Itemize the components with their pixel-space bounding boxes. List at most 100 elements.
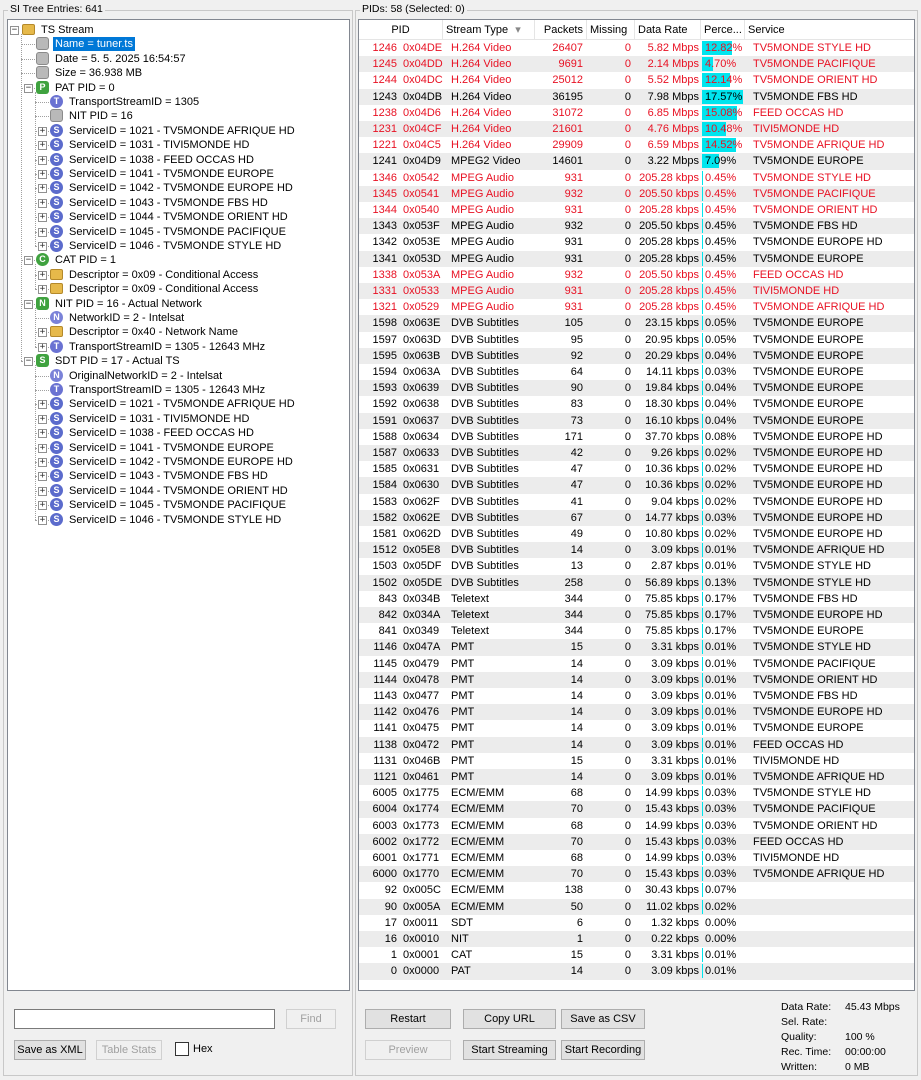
tree-node[interactable]: + S ServiceID = 1038 - FEED OCCAS HD <box>8 426 348 440</box>
table-row[interactable]: 90 0x005A ECM/EMM 50 0 11.02 kbps 0.02% <box>359 898 914 915</box>
table-row[interactable]: 1241 0x04D9 MPEG2 Video 14601 0 3.22 Mbps 7.09… <box>359 153 914 170</box>
expand-toggle-icon[interactable]: + <box>38 170 47 179</box>
expand-toggle-icon[interactable]: + <box>38 443 47 453</box>
table-row[interactable]: 1346 0x0542 MPEG Audio 931 0 205.28 kbps 0.45%… <box>359 170 914 186</box>
table-row[interactable]: 1244 0x04DC H.264 Video 25012 0 5.52 Mbps 12.1… <box>359 72 914 88</box>
table-row[interactable]: 1512 0x05E8 DVB Subtitles 14 0 3.09 kbps 0.01%… <box>359 542 914 559</box>
table-row[interactable]: 16 0x0010 NIT 1 0 0.22 kbps 0.00% <box>359 931 914 948</box>
table-row[interactable]: 6003 0x1773 ECM/EMM 68 0 14.99 kbps 0.03% TV5MO… <box>359 818 914 834</box>
table-row[interactable]: 1245 0x04DD H.264 Video 9691 0 2.14 Mbps 4.70%… <box>359 56 914 73</box>
expand-toggle-icon[interactable]: + <box>38 414 47 424</box>
table-row[interactable]: 0 0x0000 PAT 14 0 3.09 kbps 0.01% <box>359 963 914 980</box>
table-row[interactable]: 1587 0x0633 DVB Subtitles 42 0 9.26 kbps 0.02%… <box>359 445 914 462</box>
expand-toggle-icon[interactable]: + <box>38 155 47 165</box>
expand-toggle-icon[interactable]: + <box>38 342 47 352</box>
tree-node[interactable]: + S ServiceID = 1043 - TV5MONDE FBS HD <box>8 195 348 210</box>
si-tree[interactable]: − TS Stream Name = tuner.ts Date = 5. 5. 20… <box>7 19 350 991</box>
tree-node[interactable]: NIT PID = 16 <box>8 109 348 123</box>
header-pid[interactable]: PID <box>359 20 443 40</box>
table-row[interactable]: 1141 0x0475 PMT 14 0 3.09 kbps 0.01% TV5MONDE E… <box>359 720 914 736</box>
expand-toggle-icon[interactable]: + <box>38 285 47 295</box>
table-row[interactable]: 1592 0x0638 DVB Subtitles 83 0 18.30 kbps 0.04… <box>359 396 914 412</box>
table-row[interactable]: 1121 0x0461 PMT 14 0 3.09 kbps 0.01% TV5MONDE A… <box>359 769 914 786</box>
table-row[interactable]: 1343 0x053F MPEG Audio 932 0 205.50 kbps 0.45%… <box>359 218 914 235</box>
expand-toggle-icon[interactable]: + <box>38 184 47 194</box>
save-as-xml-button[interactable]: Save as XML <box>14 1040 86 1060</box>
table-row[interactable]: 1221 0x04C5 H.264 Video 29909 0 6.59 Mbps 14.5… <box>359 137 914 153</box>
table-row[interactable]: 1583 0x062F DVB Subtitles 41 0 9.04 kbps 0.02%… <box>359 494 914 510</box>
expand-toggle-icon[interactable]: + <box>38 501 47 511</box>
expand-toggle-icon[interactable]: + <box>38 141 47 151</box>
table-row[interactable]: 1581 0x062D DVB Subtitles 49 0 10.80 kbps 0.02… <box>359 526 914 542</box>
collapse-toggle-icon[interactable]: − <box>10 26 19 35</box>
expand-toggle-icon[interactable]: + <box>38 400 47 410</box>
header-missing[interactable]: Missing <box>587 20 635 40</box>
copy-url-button[interactable]: Copy URL <box>463 1009 556 1029</box>
table-row[interactable]: 1597 0x063D DVB Subtitles 95 0 20.95 kbps 0.05… <box>359 332 914 348</box>
expand-toggle-icon[interactable]: + <box>38 328 47 338</box>
expand-toggle-icon[interactable]: + <box>38 213 47 223</box>
expand-toggle-icon[interactable]: + <box>38 458 47 467</box>
table-row[interactable]: 6002 0x1772 ECM/EMM 70 0 15.43 kbps 0.03% FEED … <box>359 833 914 850</box>
tree-node[interactable]: − N NIT PID = 16 - Actual Network <box>8 296 348 311</box>
tree-node[interactable]: − S SDT PID = 17 - Actual TS <box>8 354 348 368</box>
tree-node[interactable]: + Descriptor = 0x09 - Conditional Access <box>8 282 348 296</box>
find-button[interactable]: Find <box>286 1009 336 1029</box>
preview-button[interactable]: Preview <box>365 1040 451 1060</box>
save-as-csv-button[interactable]: Save as CSV <box>561 1009 645 1029</box>
tree-node[interactable]: + S ServiceID = 1038 - FEED OCCAS HD <box>8 152 348 167</box>
tree-node[interactable]: T TransportStreamID = 1305 <box>8 95 348 109</box>
tree-node[interactable]: + S ServiceID = 1041 - TV5MONDE EUROPE <box>8 440 348 455</box>
table-row[interactable]: 1585 0x0631 DVB Subtitles 47 0 10.36 kbps 0.02… <box>359 461 914 477</box>
table-row[interactable]: 1238 0x04D6 H.264 Video 31072 0 6.85 Mbps 15.0… <box>359 105 914 121</box>
table-row[interactable]: 17 0x0011 SDT 6 0 1.32 kbps 0.00% <box>359 915 914 931</box>
expand-toggle-icon[interactable]: + <box>38 227 47 237</box>
table-row[interactable]: 1131 0x046B PMT 15 0 3.31 kbps 0.01% TIVI5MONDE… <box>359 753 914 769</box>
tree-node[interactable]: T TransportStreamID = 1305 - 12643 MHz <box>8 383 348 397</box>
collapse-toggle-icon[interactable]: − <box>24 256 33 266</box>
tree-node[interactable]: + S ServiceID = 1042 - TV5MONDE EUROPE HD <box>8 455 348 469</box>
start-recording-button[interactable]: Start Recording <box>561 1040 645 1060</box>
table-row[interactable]: 1594 0x063A DVB Subtitles 64 0 14.11 kbps 0.03… <box>359 364 914 380</box>
tree-node[interactable]: + S ServiceID = 1021 - TV5MONDE AFRIQUE HD <box>8 123 348 138</box>
tree-node[interactable]: + S ServiceID = 1043 - TV5MONDE FBS HD <box>8 469 348 483</box>
table-row[interactable]: 1591 0x0637 DVB Subtitles 73 0 16.10 kbps 0.04… <box>359 412 914 429</box>
header-percent[interactable]: Perce... <box>701 20 745 40</box>
header-stream-type[interactable]: Stream Type ▾ <box>443 20 535 40</box>
expand-toggle-icon[interactable]: + <box>38 198 47 208</box>
hex-checkbox[interactable] <box>175 1042 189 1056</box>
table-row[interactable]: 1 0x0001 CAT 15 0 3.31 kbps 0.01% <box>359 947 914 963</box>
table-row[interactable]: 1321 0x0529 MPEG Audio 931 0 205.28 kbps 0.45%… <box>359 299 914 315</box>
tree-node[interactable]: Size = 36.938 MB <box>8 66 348 80</box>
tree-node[interactable]: + S ServiceID = 1044 - TV5MONDE ORIENT HD <box>8 483 348 498</box>
table-row[interactable]: 6001 0x1771 ECM/EMM 68 0 14.99 kbps 0.03% TIVI5… <box>359 850 914 866</box>
tree-node[interactable]: − P PAT PID = 0 <box>8 80 348 95</box>
header-packets[interactable]: Packets <box>535 20 587 40</box>
tree-node[interactable]: + S ServiceID = 1021 - TV5MONDE AFRIQUE HD <box>8 397 348 411</box>
table-row[interactable]: 1144 0x0478 PMT 14 0 3.09 kbps 0.01% TV5MONDE O… <box>359 671 914 688</box>
expand-toggle-icon[interactable]: + <box>38 515 47 525</box>
table-row[interactable]: 1341 0x053D MPEG Audio 931 0 205.28 kbps 0.45%… <box>359 250 914 267</box>
tree-node[interactable]: + S ServiceID = 1045 - TV5MONDE PACIFIQUE <box>8 224 348 239</box>
tree-node[interactable]: + S ServiceID = 1041 - TV5MONDE EUROPE <box>8 167 348 181</box>
tree-node[interactable]: + Descriptor = 0x09 - Conditional Access <box>8 268 348 282</box>
table-row[interactable]: 1231 0x04CF H.264 Video 21601 0 4.76 Mbps 10.4… <box>359 121 914 138</box>
table-row[interactable]: 1344 0x0540 MPEG Audio 931 0 205.28 kbps 0.45%… <box>359 202 914 218</box>
table-row[interactable]: 842 0x034A Teletext 344 0 75.85 kbps 0.17% TV5M… <box>359 607 914 624</box>
tree-node[interactable]: + Descriptor = 0x40 - Network Name <box>8 325 348 339</box>
expand-toggle-icon[interactable]: + <box>38 242 47 251</box>
start-streaming-button[interactable]: Start Streaming <box>463 1040 556 1060</box>
tree-node[interactable]: + S ServiceID = 1046 - TV5MONDE STYLE HD <box>8 512 348 527</box>
table-row[interactable]: 1143 0x0477 PMT 14 0 3.09 kbps 0.01% TV5MONDE F… <box>359 688 914 704</box>
tree-node[interactable]: + S ServiceID = 1042 - TV5MONDE EUROPE HD <box>8 181 348 195</box>
table-row[interactable]: 92 0x005C ECM/EMM 138 0 30.43 kbps 0.07% <box>359 882 914 898</box>
tree-node[interactable]: N OriginalNetworkID = 2 - Intelsat <box>8 368 348 383</box>
table-row[interactable]: 6005 0x1775 ECM/EMM 68 0 14.99 kbps 0.03% TV5MO… <box>359 785 914 801</box>
table-row[interactable]: 1598 0x063E DVB Subtitles 105 0 23.15 kbps 0.0… <box>359 315 914 332</box>
tree-node[interactable]: + T TransportStreamID = 1305 - 12643 MHz <box>8 339 348 354</box>
table-row[interactable]: 1502 0x05DE DVB Subtitles 258 0 56.89 kbps 0.1… <box>359 574 914 591</box>
pid-table[interactable]: PID Stream Type ▾ Packets Missing Data Rate P… <box>358 19 915 991</box>
table-row[interactable]: 1588 0x0634 DVB Subtitles 171 0 37.70 kbps 0.0… <box>359 429 914 445</box>
table-row[interactable]: 1142 0x0476 PMT 14 0 3.09 kbps 0.01% TV5MONDE E… <box>359 704 914 721</box>
tree-node[interactable]: − C CAT PID = 1 <box>8 253 348 267</box>
